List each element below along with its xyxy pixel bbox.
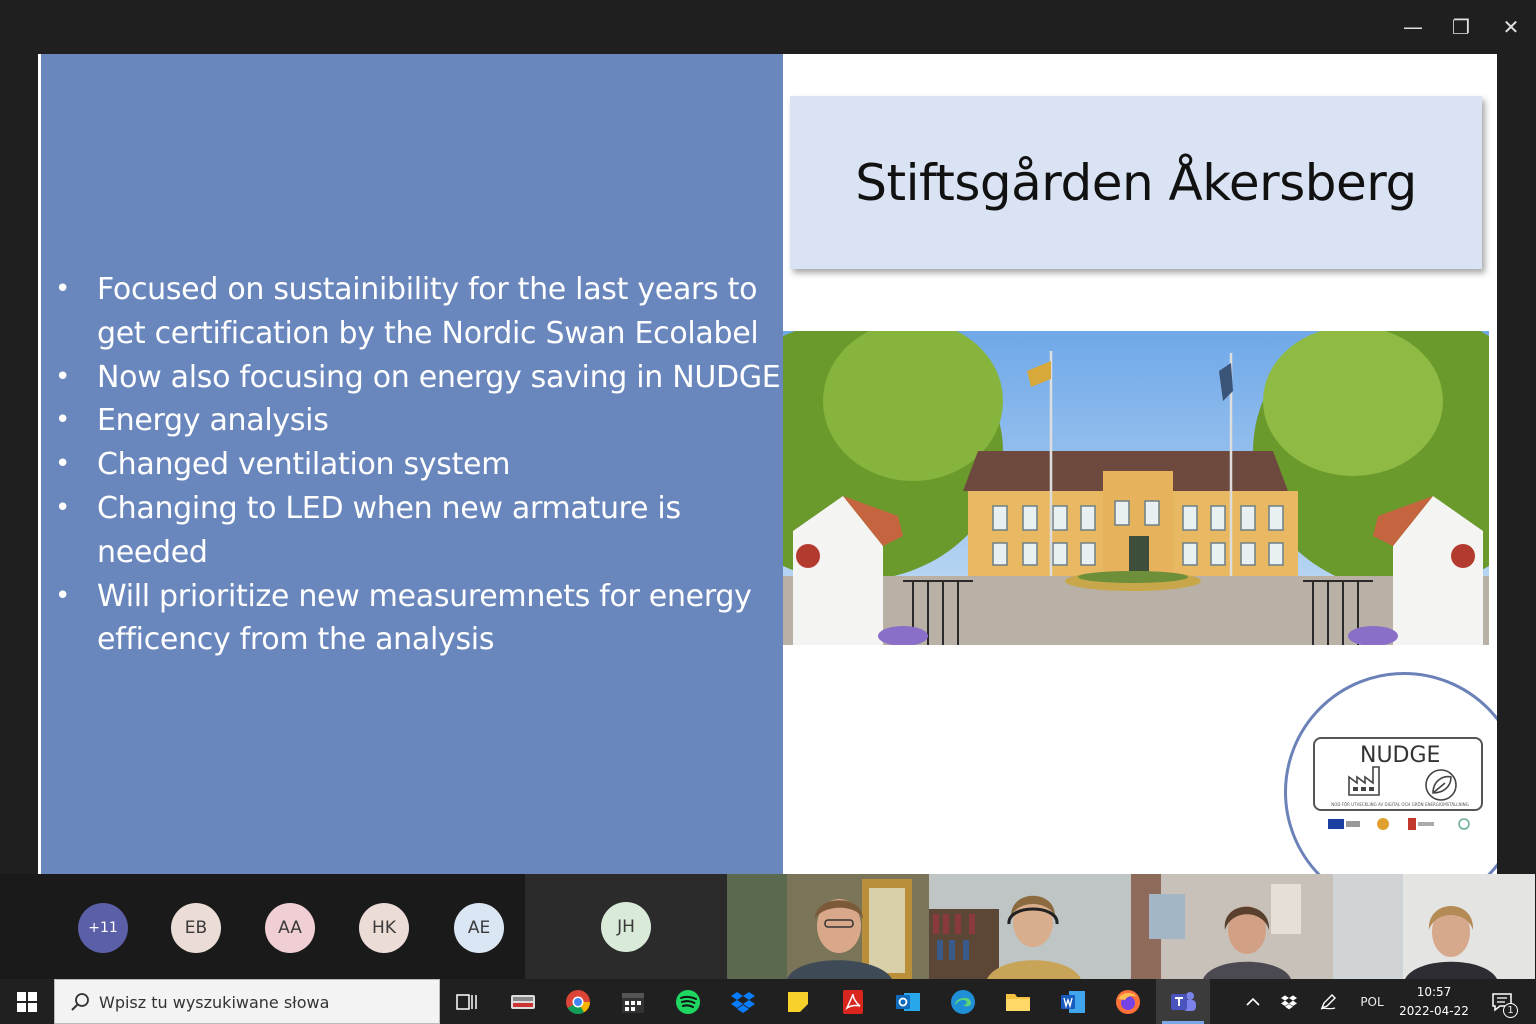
slide-title-box: Stiftsgården Åkersberg <box>790 96 1482 269</box>
bullet-list: Focused on sustainibility for the last y… <box>55 268 785 662</box>
taskbar-app-dropbox[interactable] <box>716 979 770 1024</box>
task-view-icon <box>456 993 477 1010</box>
slide-title: Stiftsgården Åkersberg <box>855 153 1417 212</box>
word-icon <box>1061 990 1085 1013</box>
drive-icon <box>511 994 535 1009</box>
participant-video[interactable] <box>929 874 1131 979</box>
search-placeholder: Wpisz tu wyszukiwane słowa <box>99 993 330 1012</box>
task-view-button[interactable] <box>440 979 494 1024</box>
building-photo <box>783 331 1489 645</box>
taskbar-app-edge[interactable] <box>936 979 990 1024</box>
participant-avatar[interactable]: EB <box>171 903 221 953</box>
restore-icon: ❐ <box>1452 15 1470 39</box>
bullet-item: Energy analysis <box>55 399 785 443</box>
nudge-logo: NUDGE NOD FÖR UTVECKLING AV DIGITAL OCH … <box>1313 737 1483 811</box>
participant-video[interactable] <box>727 874 929 979</box>
taskbar-app-drive[interactable] <box>496 979 550 1024</box>
acrobat-icon <box>843 989 863 1014</box>
participant-strip: +11 EB AA HK AE JH <box>0 874 1536 979</box>
slide-left-panel: Focused on sustainibility for the last y… <box>41 54 783 874</box>
notification-count-badge: 1 <box>1503 1003 1518 1018</box>
participant-avatar[interactable]: AE <box>454 903 504 953</box>
participant-avatar[interactable]: HK <box>359 903 409 953</box>
taskbar-app-file-explorer[interactable] <box>991 979 1045 1024</box>
taskbar-app-acrobat[interactable] <box>826 979 880 1024</box>
bullet-item: Focused on sustainibility for the last y… <box>55 268 785 356</box>
restore-button[interactable]: ❐ <box>1438 8 1484 46</box>
minimize-icon: — <box>1403 15 1423 39</box>
clock-time: 10:57 <box>1416 985 1452 999</box>
taskbar-app-word[interactable] <box>1046 979 1100 1024</box>
chrome-icon <box>566 989 590 1014</box>
input-language-button[interactable]: POL <box>1352 979 1392 1024</box>
bullet-item: Changed ventilation system <box>55 443 785 487</box>
participant-avatar: JH <box>601 902 651 952</box>
firefox-icon <box>1116 989 1140 1014</box>
bullet-item: Will prioritize new measuremnets for ene… <box>55 575 785 663</box>
taskbar-app-firefox[interactable] <box>1101 979 1155 1024</box>
search-icon <box>71 993 89 1011</box>
spotify-icon <box>676 989 700 1014</box>
participant-avatar[interactable]: AA <box>265 903 315 953</box>
start-button[interactable] <box>0 979 54 1024</box>
taskbar-app-calendar[interactable] <box>606 979 660 1024</box>
chevron-up-icon <box>1246 997 1260 1006</box>
participant-video[interactable] <box>1131 874 1333 979</box>
folder-icon <box>1006 993 1030 1011</box>
taskbar: Wpisz tu wyszukiwane słowa POL 10:57 202… <box>0 979 1536 1024</box>
bullet-item: Now also focusing on energy saving in NU… <box>55 356 785 400</box>
factory-icon <box>1348 766 1380 796</box>
dropbox-icon <box>731 991 755 1013</box>
teams-icon <box>1171 991 1196 1011</box>
taskbar-search-input[interactable]: Wpisz tu wyszukiwane słowa <box>54 979 440 1024</box>
pen-icon <box>1320 993 1336 1010</box>
partner-logos <box>1328 816 1478 832</box>
bullet-item: Changing to LED when new armature is nee… <box>55 487 785 575</box>
window-title-bar: — ❐ ✕ <box>0 0 1536 54</box>
participant-video[interactable] <box>1333 874 1535 979</box>
shared-slide: Focused on sustainibility for the last y… <box>38 54 1497 874</box>
close-icon: ✕ <box>1502 15 1520 39</box>
taskbar-app-sticky-notes[interactable] <box>771 979 825 1024</box>
close-button[interactable]: ✕ <box>1488 8 1534 46</box>
edge-icon <box>951 989 975 1014</box>
sticky-notes-icon <box>788 991 808 1012</box>
taskbar-app-outlook[interactable] <box>881 979 935 1024</box>
windows-icon <box>17 991 37 1012</box>
calendar-icon <box>622 992 644 1013</box>
minimize-button[interactable]: — <box>1390 8 1436 46</box>
taskbar-app-chrome[interactable] <box>551 979 605 1024</box>
tray-pen[interactable] <box>1314 979 1342 1024</box>
taskbar-clock[interactable]: 10:57 2022-04-22 <box>1394 983 1474 1021</box>
dropbox-tray-icon <box>1281 994 1297 1009</box>
clock-date: 2022-04-22 <box>1399 1004 1469 1018</box>
leaf-icon <box>1425 769 1457 801</box>
more-participants-button[interactable]: +11 <box>78 903 128 953</box>
notification-center-button[interactable]: 1 <box>1482 979 1522 1024</box>
logo-tagline: NOD FÖR UTVECKLING AV DIGITAL OCH GRÖN E… <box>1331 802 1469 807</box>
taskbar-app-spotify[interactable] <box>661 979 715 1024</box>
participant-tile[interactable]: JH <box>525 874 727 979</box>
show-hidden-icons-button[interactable] <box>1240 979 1266 1024</box>
taskbar-app-teams[interactable] <box>1156 979 1210 1024</box>
tray-dropbox[interactable] <box>1276 979 1302 1024</box>
outlook-icon <box>896 992 920 1011</box>
